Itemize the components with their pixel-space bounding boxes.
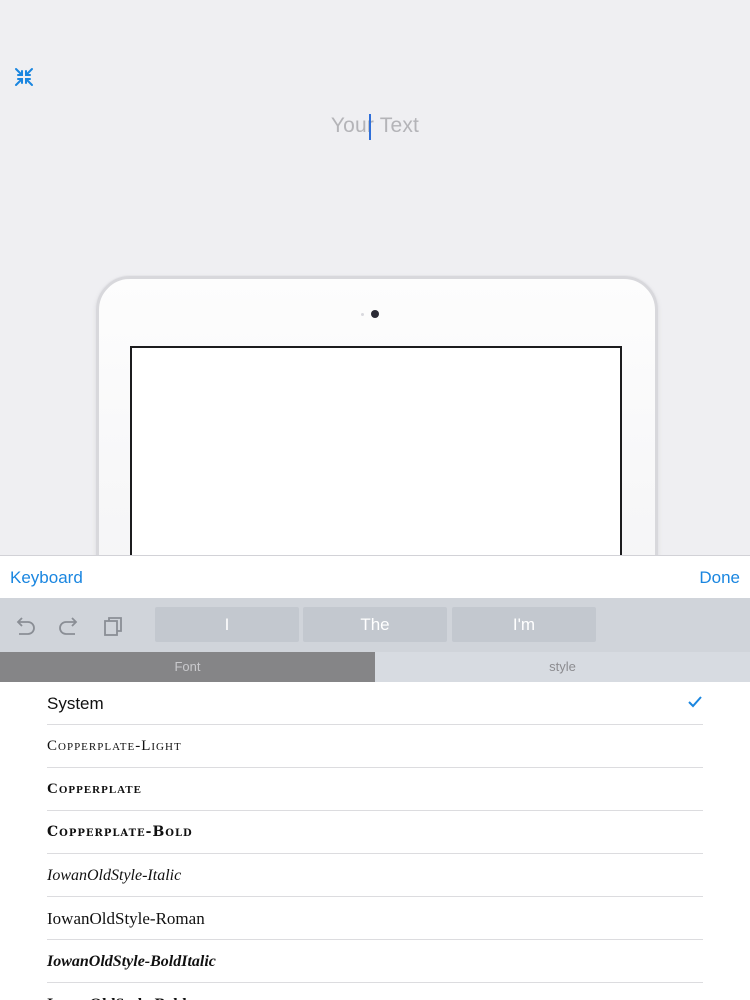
font-row-label: IowanOldStyle-Roman bbox=[47, 909, 205, 928]
ipad-sensor bbox=[361, 313, 364, 316]
font-row-iowan-roman[interactable]: IowanOldStyle-Roman bbox=[0, 897, 750, 940]
font-row-iowan-bold[interactable]: IowanOldStyle-Bold bbox=[0, 983, 750, 1000]
font-row-label: System bbox=[47, 694, 104, 713]
suggestion-chip[interactable]: I bbox=[155, 607, 299, 642]
text-placeholder: Your Text bbox=[330, 114, 420, 137]
font-row-iowan-bolditalic[interactable]: IowanOldStyle-BoldItalic bbox=[0, 940, 750, 983]
font-row-label: Copperplate bbox=[47, 781, 142, 797]
segmented-tabs: Font style bbox=[0, 652, 750, 682]
redo-icon[interactable] bbox=[57, 615, 79, 637]
font-row-label: IowanOldStyle-Bold bbox=[47, 983, 187, 1000]
suggestion-chip[interactable]: I'm bbox=[452, 607, 596, 642]
design-canvas[interactable]: Your Text bbox=[0, 0, 750, 555]
keyboard-button[interactable]: Keyboard bbox=[10, 568, 83, 588]
font-row-system[interactable]: System bbox=[0, 682, 750, 725]
font-row-label: IowanOldStyle-BoldItalic bbox=[47, 953, 216, 970]
suggestion-chip[interactable]: The bbox=[303, 607, 447, 642]
font-row-label: IowanOldStyle-Italic bbox=[47, 867, 182, 884]
tab-font[interactable]: Font bbox=[0, 652, 375, 682]
tab-style[interactable]: style bbox=[375, 652, 750, 682]
font-row-copperplate-light[interactable]: Copperplate-Light bbox=[0, 725, 750, 768]
undo-icon[interactable] bbox=[13, 615, 35, 637]
ipad-screen[interactable] bbox=[130, 346, 622, 555]
ipad-mockup bbox=[96, 276, 658, 555]
font-row-label: Copperplate-Bold bbox=[47, 824, 193, 840]
text-caret bbox=[368, 114, 371, 140]
clipboard-icon[interactable] bbox=[103, 615, 125, 637]
text-input[interactable]: Your Text bbox=[330, 114, 420, 140]
font-row-copperplate[interactable]: Copperplate bbox=[0, 768, 750, 811]
suggestion-bar: I The I'm bbox=[0, 598, 750, 652]
keyboard-accessory-bar: Keyboard Done bbox=[0, 555, 750, 599]
font-row-copperplate-bold[interactable]: Copperplate-Bold bbox=[0, 811, 750, 854]
font-list: System Copperplate-Light Copperplate Cop… bbox=[0, 682, 750, 1000]
font-row-iowan-italic[interactable]: IowanOldStyle-Italic bbox=[0, 854, 750, 897]
done-button[interactable]: Done bbox=[699, 568, 740, 588]
font-row-label: Copperplate-Light bbox=[47, 738, 182, 754]
collapse-arrows-icon[interactable] bbox=[13, 66, 35, 88]
text-field-container: Your Text bbox=[0, 114, 750, 140]
checkmark-icon bbox=[687, 694, 703, 710]
ipad-camera bbox=[371, 310, 379, 318]
